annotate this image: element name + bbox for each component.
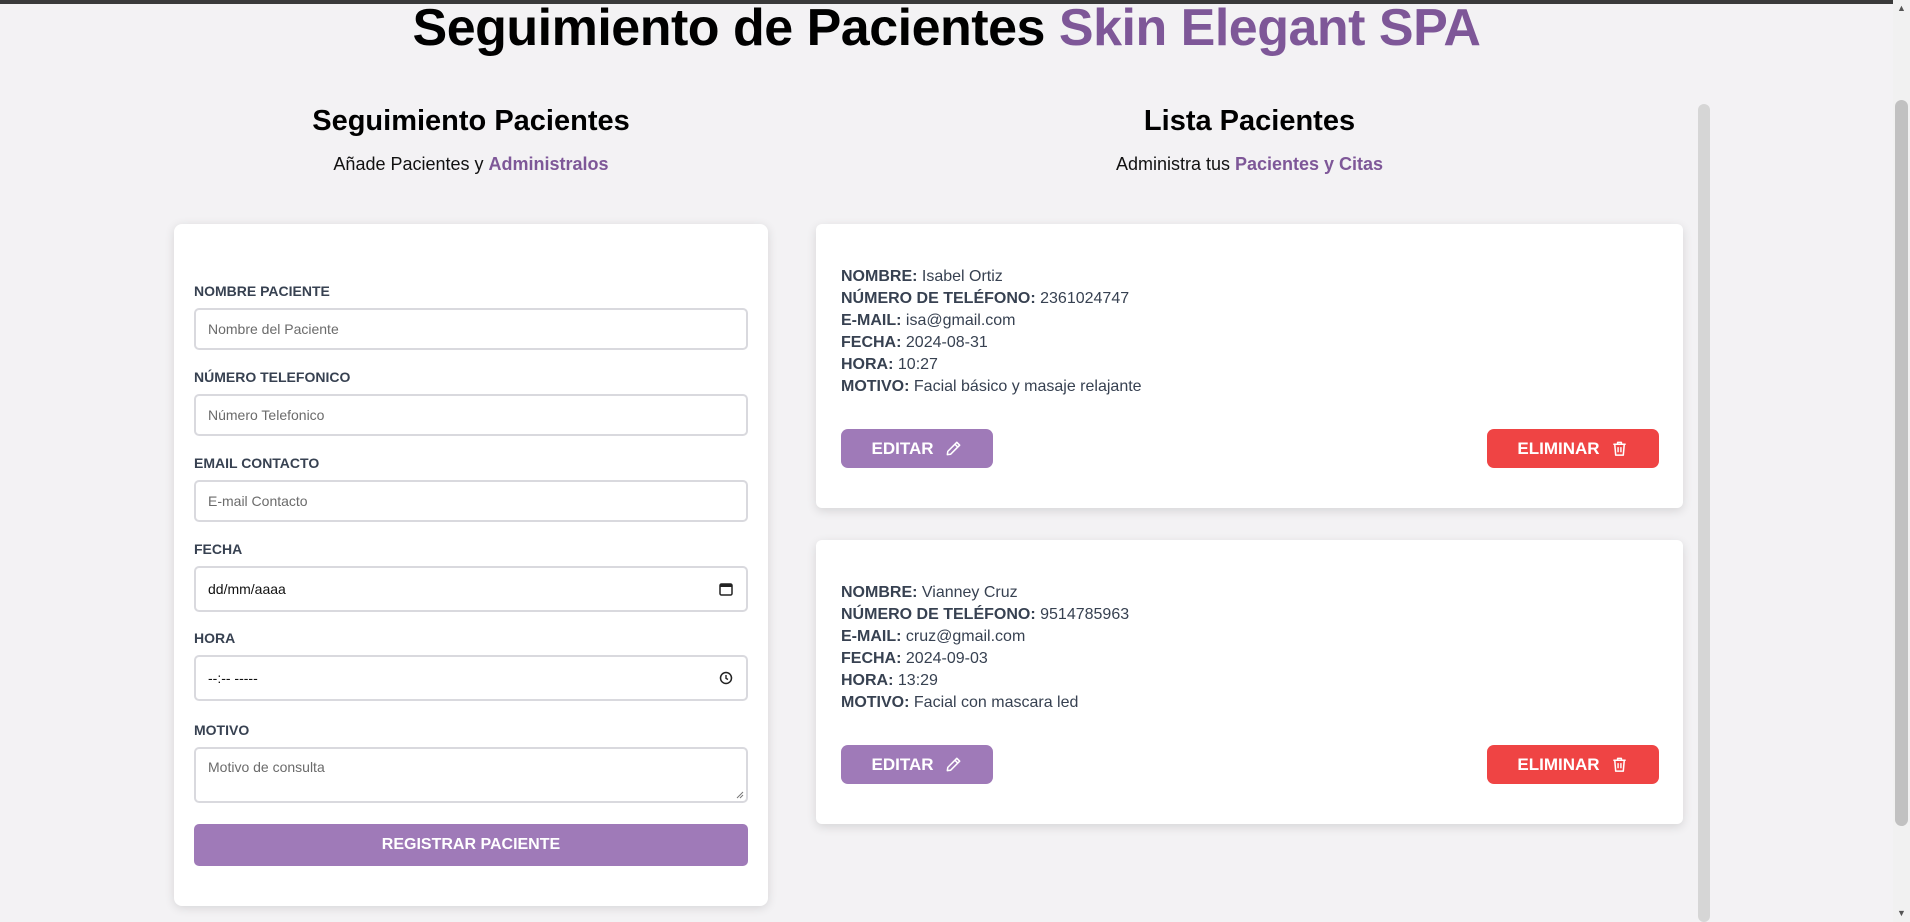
form-subtitle-accent: Administralos — [488, 154, 609, 174]
motivo-label: Motivo — [194, 722, 250, 738]
patient-telefono: 9514785963 — [1040, 606, 1130, 623]
patient-motivo-row: Motivo: Facial básico y masaje relajante — [841, 376, 1142, 398]
patient-details: Nombre: Vianney Cruz Número de teléfono:… — [841, 582, 1129, 714]
hora-value: --:-- ----- — [208, 670, 258, 686]
telefono-key: Número de teléfono: — [841, 606, 1036, 623]
patient-form: Nombre Paciente Nombre del Paciente Núme… — [174, 224, 768, 906]
calendar-icon[interactable] — [718, 581, 734, 597]
delete-button-label: Eliminar — [1517, 438, 1600, 458]
form-subtitle-plain: Añade Pacientes y — [333, 154, 489, 174]
list-scrollbar[interactable] — [1698, 104, 1710, 922]
patient-email-row: E-mail: cruz@gmail.com — [841, 626, 1129, 648]
patient-nombre: Isabel Ortiz — [921, 268, 1003, 285]
patient-motivo: Facial con mascara led — [913, 694, 1079, 711]
patient-details: Nombre: Isabel Ortiz Número de teléfono:… — [841, 266, 1142, 398]
nombre-placeholder: Nombre del Paciente — [208, 321, 339, 337]
motivo-key: Motivo: — [841, 694, 910, 711]
register-patient-button[interactable]: Registrar Paciente — [194, 824, 748, 866]
patient-telefono-row: Número de teléfono: 9514785963 — [841, 604, 1129, 626]
patient-fecha: 2024-08-31 — [905, 334, 988, 351]
list-subtitle-accent: Pacientes y Citas — [1234, 154, 1384, 174]
page-title-brand: Skin Elegant SPA — [1058, 0, 1481, 57]
hora-key: Hora: — [841, 672, 894, 689]
patient-telefono-row: Número de teléfono: 2361024747 — [841, 288, 1142, 310]
field-email: Email Contacto E-mail Contacto — [194, 455, 748, 522]
delete-button[interactable]: Eliminar — [1487, 429, 1659, 468]
nombre-key: Nombre: — [841, 584, 918, 601]
page-title-main: Seguimiento de Pacientes — [412, 0, 1046, 57]
delete-button[interactable]: Eliminar — [1487, 745, 1659, 784]
email-key: E-mail: — [841, 312, 902, 329]
patient-hora: 10:27 — [897, 356, 938, 373]
fecha-value: dd/mm/aaaa — [208, 581, 286, 597]
field-motivo: Motivo Motivo de consulta — [194, 722, 748, 803]
clock-icon[interactable] — [718, 670, 734, 686]
telefono-label: Número Telefonico — [194, 369, 351, 385]
email-key: E-mail: — [841, 628, 902, 645]
motivo-placeholder: Motivo de consulta — [208, 759, 325, 775]
list-subtitle-plain: Administra tus — [1115, 154, 1235, 174]
hora-input[interactable]: --:-- ----- — [194, 655, 748, 701]
patient-card: Nombre: Isabel Ortiz Número de teléfono:… — [816, 224, 1683, 508]
scroll-down-arrow-icon[interactable]: ▼ — [1897, 909, 1906, 918]
telefono-input[interactable]: Número Telefonico — [194, 394, 748, 436]
form-section-title: Seguimiento Pacientes — [312, 105, 630, 137]
email-label: Email Contacto — [194, 455, 320, 471]
patient-fecha: 2024-09-03 — [905, 650, 988, 667]
telefono-key: Número de teléfono: — [841, 290, 1036, 307]
pencil-icon — [946, 757, 960, 772]
edit-button[interactable]: Editar — [841, 429, 993, 468]
patient-motivo: Facial básico y masaje relajante — [913, 378, 1142, 395]
patient-hora: 13:29 — [897, 672, 938, 689]
email-placeholder: E-mail Contacto — [208, 493, 308, 509]
edit-button[interactable]: Editar — [841, 745, 993, 784]
nombre-label: Nombre Paciente — [194, 283, 330, 299]
patient-motivo-row: Motivo: Facial con mascara led — [841, 692, 1129, 714]
fecha-key: Fecha: — [841, 650, 902, 667]
resize-grip-icon[interactable] — [734, 789, 744, 799]
patient-nombre-row: Nombre: Isabel Ortiz — [841, 266, 1142, 288]
motivo-key: Motivo: — [841, 378, 910, 395]
form-section-subtitle: Añade Pacientes y Administralos — [174, 153, 768, 175]
fecha-label: Fecha — [194, 541, 243, 557]
delete-button-label: Eliminar — [1517, 754, 1600, 774]
patient-nombre-row: Nombre: Vianney Cruz — [841, 582, 1129, 604]
fecha-input[interactable]: dd/mm/aaaa — [194, 566, 748, 612]
patient-email-row: E-mail: isa@gmail.com — [841, 310, 1142, 332]
list-section-subtitle: Administra tus Pacientes y Citas — [816, 153, 1683, 175]
page-title: Seguimiento de Pacientes Skin Elegant SP… — [0, 2, 1893, 54]
patient-fecha-row: Fecha: 2024-08-31 — [841, 332, 1142, 354]
field-fecha: Fecha dd/mm/aaaa — [194, 541, 748, 612]
field-nombre: Nombre Paciente Nombre del Paciente — [194, 283, 748, 350]
hora-label: Hora — [194, 630, 236, 646]
hora-key: Hora: — [841, 356, 894, 373]
patient-telefono: 2361024747 — [1040, 290, 1130, 307]
telefono-placeholder: Número Telefonico — [208, 407, 325, 423]
page-scrollbar-thumb[interactable] — [1895, 100, 1908, 826]
trash-icon — [1612, 757, 1626, 772]
fecha-key: Fecha: — [841, 334, 902, 351]
patient-hora-row: Hora: 10:27 — [841, 354, 1142, 376]
field-hora: Hora --:-- ----- — [194, 630, 748, 701]
motivo-textarea[interactable]: Motivo de consulta — [194, 747, 748, 803]
trash-icon — [1612, 441, 1626, 456]
list-section-title: Lista Pacientes — [1143, 105, 1356, 137]
patient-fecha-row: Fecha: 2024-09-03 — [841, 648, 1129, 670]
edit-button-label: Editar — [871, 754, 934, 774]
edit-button-label: Editar — [871, 438, 934, 458]
scroll-up-arrow-icon[interactable]: ▲ — [1897, 4, 1906, 13]
pencil-icon — [946, 441, 960, 456]
patient-card: Nombre: Vianney Cruz Número de teléfono:… — [816, 540, 1683, 824]
field-telefono: Número Telefonico Número Telefonico — [194, 369, 748, 436]
nombre-input[interactable]: Nombre del Paciente — [194, 308, 748, 350]
page-scrollbar[interactable]: ▲ ▼ — [1893, 0, 1910, 922]
patient-email: cruz@gmail.com — [905, 628, 1026, 645]
patient-hora-row: Hora: 13:29 — [841, 670, 1129, 692]
email-input[interactable]: E-mail Contacto — [194, 480, 748, 522]
patient-nombre: Vianney Cruz — [921, 584, 1018, 601]
patient-email: isa@gmail.com — [905, 312, 1016, 329]
nombre-key: Nombre: — [841, 268, 918, 285]
